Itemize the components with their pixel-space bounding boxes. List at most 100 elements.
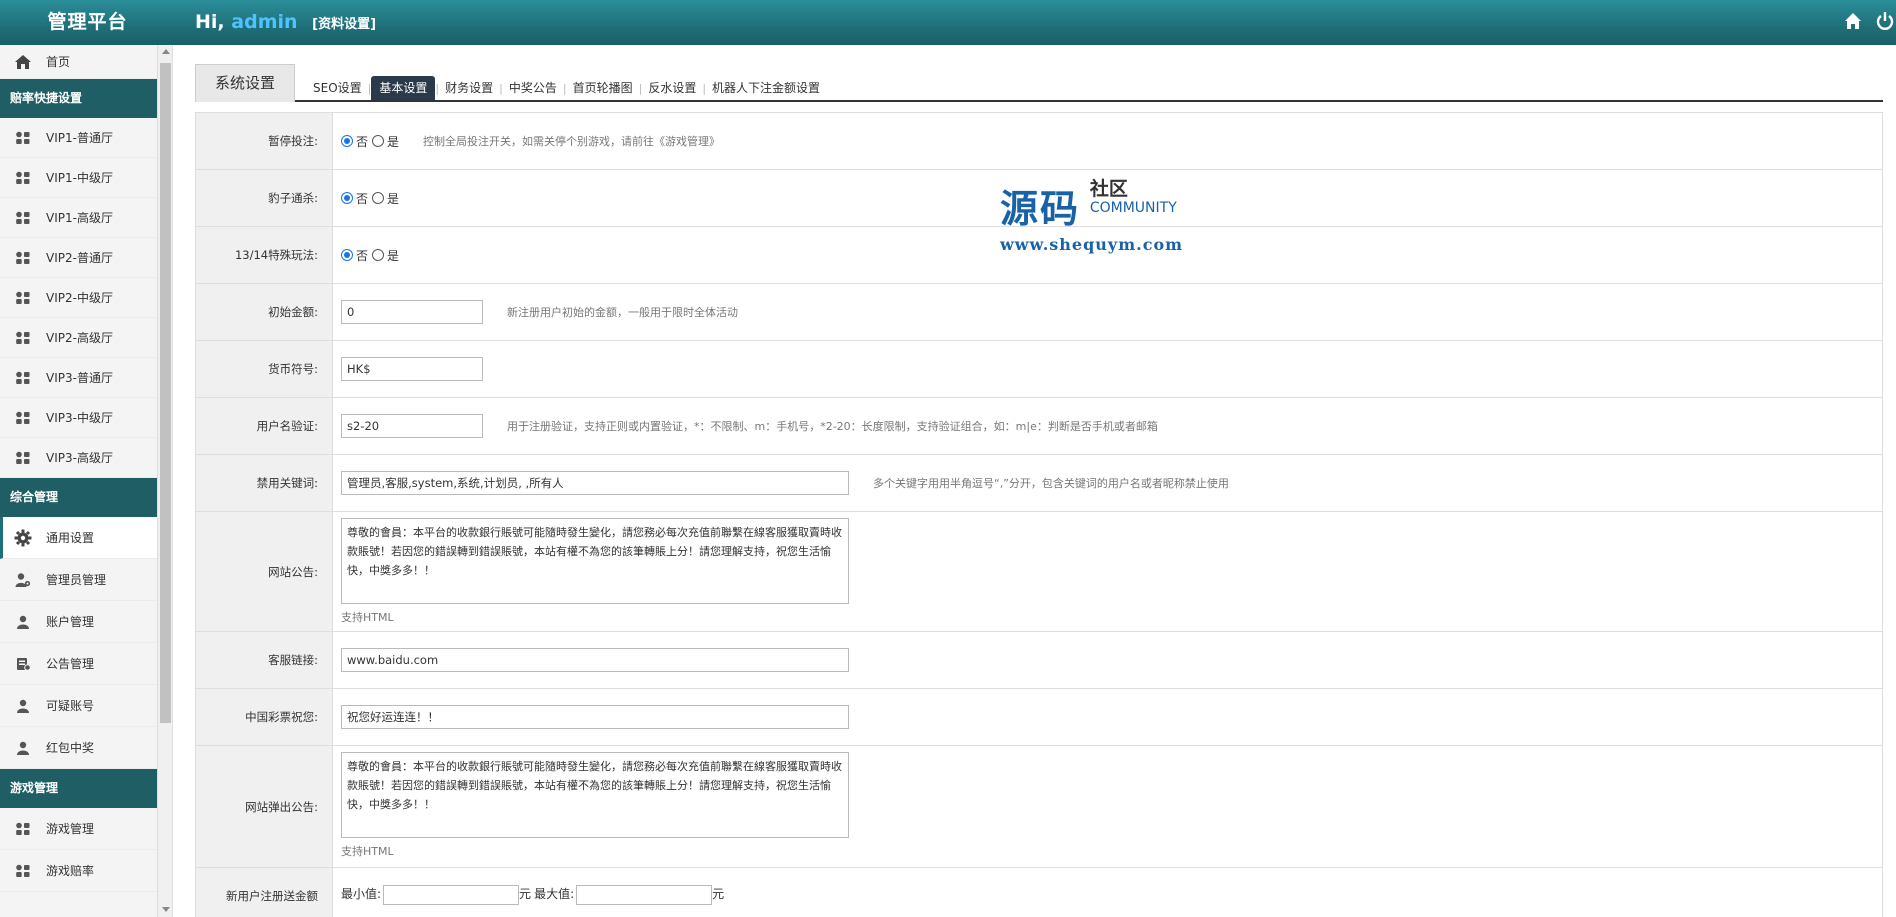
radio-label: 是 [387, 248, 400, 263]
popup-notice-textarea[interactable]: 尊敬的會員：本平台的收款銀行賬號可能隨時發生變化，請您務必每次充值前聯繫在線客服… [341, 752, 849, 838]
sidebar-item[interactable]: 红包中奖 [0, 727, 157, 769]
sidebar-item[interactable]: VIP2-普通厅 [0, 238, 157, 278]
sidebar-section-header[interactable]: 赔率快捷设置 [0, 79, 157, 118]
lottery-wish-input[interactable]: 祝您好运连连！！ [341, 705, 849, 729]
sidebar-item[interactable]: 游戏赔率 [0, 850, 157, 892]
sidebar-item[interactable]: VIP1-高级厅 [0, 198, 157, 238]
sidebar-scrollbar[interactable] [157, 45, 172, 917]
label-initial-amount: 初始金额: [196, 284, 333, 340]
radio-leopard-no[interactable]: 否 [341, 190, 368, 207]
radio-button[interactable] [372, 192, 385, 204]
row-currency: 货币符号: HK$ [196, 341, 1882, 398]
radio-pause-bet-no[interactable]: 否 [341, 133, 368, 150]
label-username-check: 用户名验证: [196, 398, 333, 454]
row-username-check: 用户名验证: s2-20 用于注册验证，支持正则或内置验证，*：不限制、m：手机… [196, 398, 1882, 455]
max-label: 最大值: [534, 887, 575, 901]
sidebar-item[interactable]: VIP3-中级厅 [0, 398, 157, 438]
greeting-prefix: Hi, [195, 11, 225, 33]
scroll-down-arrow[interactable] [162, 907, 170, 912]
username-check-input[interactable]: s2-20 [341, 414, 483, 438]
sidebar-item[interactable]: VIP3-高级厅 [0, 438, 157, 478]
radio-leopard-yes[interactable]: 是 [372, 190, 399, 207]
grid-icon [12, 330, 34, 346]
sidebar: 首页赔率快捷设置 VIP1-普通厅 VIP1-中级厅 VIP1-高级厅 VIP2-普通厅… [0, 45, 173, 917]
sidebar-item[interactable]: VIP2-中级厅 [0, 278, 157, 318]
radio-button[interactable] [372, 135, 385, 147]
sub-tab[interactable]: 机器人下注金额设置 [706, 76, 826, 100]
sidebar-item[interactable]: VIP3-普通厅 [0, 358, 157, 398]
radio-button-checked[interactable] [341, 135, 353, 147]
sidebar-item[interactable]: VIP1-普通厅 [0, 118, 157, 158]
tab-system-settings[interactable]: 系统设置 [195, 64, 295, 102]
sidebar-item[interactable]: 账户管理 [0, 601, 157, 643]
sidebar-section-header[interactable]: 游戏管理 [0, 769, 157, 808]
row-new-user-bonus: 新用户注册送金额 最小值: 元 最大值: 元 [196, 868, 1882, 917]
currency-input[interactable]: HK$ [341, 357, 483, 381]
radio-pause-bet-yes[interactable]: 是 [372, 133, 399, 150]
sub-tab[interactable]: 反水设置 [642, 76, 702, 100]
sub-tabs: SEO设置 | 基本设置 | 财务设置 | 中奖公告 | 首页轮播图 | 反水设置 | 机器人下注金额设… [307, 76, 826, 100]
sidebar-item-label: VIP1-普通厅 [46, 131, 113, 145]
notice-icon [12, 656, 34, 672]
site-notice-textarea[interactable]: 尊敬的會員：本平台的收款銀行賬號可能隨時發生變化，請您務必每次充值前聯繫在線客服… [341, 518, 849, 604]
sub-tab[interactable]: 财务设置 [439, 76, 499, 100]
sidebar-item[interactable]: 可疑账号 [0, 685, 157, 727]
top-header: 管理平台 Hi, admin [资料设置] [0, 0, 1896, 45]
grid-icon [12, 210, 34, 226]
greeting: Hi, admin [资料设置] [195, 0, 376, 45]
power-icon[interactable] [1874, 10, 1896, 32]
hint-username-check: 用于注册验证，支持正则或内置验证，*：不限制、m：手机号，*2-20：长度限制，… [507, 420, 1158, 433]
sidebar-item[interactable]: 公告管理 [0, 643, 157, 685]
sidebar-item-label: 通用设置 [46, 531, 95, 545]
sidebar-item-label: VIP3-高级厅 [46, 451, 113, 465]
label-banned-words: 禁用关键词: [196, 455, 333, 511]
sidebar-item[interactable]: 游戏管理 [0, 808, 157, 850]
scroll-thumb[interactable] [160, 63, 171, 723]
home-icon[interactable] [1842, 10, 1864, 32]
grid-icon [12, 290, 34, 306]
gear-icon [12, 529, 34, 546]
sidebar-item[interactable]: VIP1-中级厅 [0, 158, 157, 198]
sidebar-item[interactable]: 通用设置 [0, 517, 157, 559]
sidebar-section-header[interactable]: 综合管理 [0, 478, 157, 517]
sidebar-item-label: VIP3-普通厅 [46, 371, 113, 385]
hint-banned-words: 多个关键字用用半角逗号“,”分开，包含关键词的用户名或者昵称禁止使用 [873, 477, 1229, 490]
grid-icon [12, 170, 34, 186]
sub-tab[interactable]: 首页轮播图 [567, 76, 639, 100]
grid-icon [12, 410, 34, 426]
sidebar-item-label: 首页 [46, 55, 71, 69]
radio-button-checked[interactable] [341, 249, 353, 261]
sidebar-item-label: VIP1-高级厅 [46, 211, 113, 225]
sidebar-item-label: VIP3-中级厅 [46, 411, 113, 425]
sidebar-item-label: 红包中奖 [46, 741, 95, 755]
initial-amount-input[interactable]: 0 [341, 300, 483, 324]
radio-button[interactable] [372, 249, 385, 261]
grid-icon [12, 250, 34, 266]
banned-words-input[interactable]: 管理员,客服,system,系统,计划员, ,所有人 [341, 471, 849, 495]
hint-initial-amount: 新注册用户初始的金额，一般用于限时全体活动 [507, 306, 738, 319]
radio-label: 否 [356, 248, 369, 263]
radio-special-no[interactable]: 否 [341, 247, 368, 264]
radio-button-checked[interactable] [341, 192, 353, 204]
sidebar-item[interactable]: 管理员管理 [0, 559, 157, 601]
sub-tab[interactable]: 基本设置 [371, 76, 436, 100]
watermark-url: www.shequym.com [1000, 235, 1184, 254]
sub-tab[interactable]: 中奖公告 [503, 76, 563, 100]
sidebar-item-label: 游戏赔率 [46, 864, 95, 878]
profile-settings-link[interactable]: [资料设置] [312, 17, 376, 32]
user-icon [12, 740, 34, 756]
sidebar-item[interactable]: VIP2-高级厅 [0, 318, 157, 358]
sidebar-item[interactable]: 首页 [0, 45, 157, 79]
sub-tab[interactable]: SEO设置 [307, 76, 368, 100]
bonus-min-input[interactable] [383, 885, 520, 905]
service-link-input[interactable]: www.baidu.com [341, 648, 849, 672]
scroll-up-arrow[interactable] [162, 49, 170, 54]
bonus-max-input[interactable] [576, 885, 713, 905]
label-new-user-bonus: 新用户注册送金额 [196, 868, 333, 917]
radio-special-yes[interactable]: 是 [372, 247, 399, 264]
user-icon [12, 614, 34, 630]
min-unit: 元 [519, 887, 532, 901]
grid-icon [12, 370, 34, 386]
popup-notice-html-note: 支持HTML [341, 845, 394, 858]
label-leopard: 豹子通杀: [196, 170, 333, 226]
